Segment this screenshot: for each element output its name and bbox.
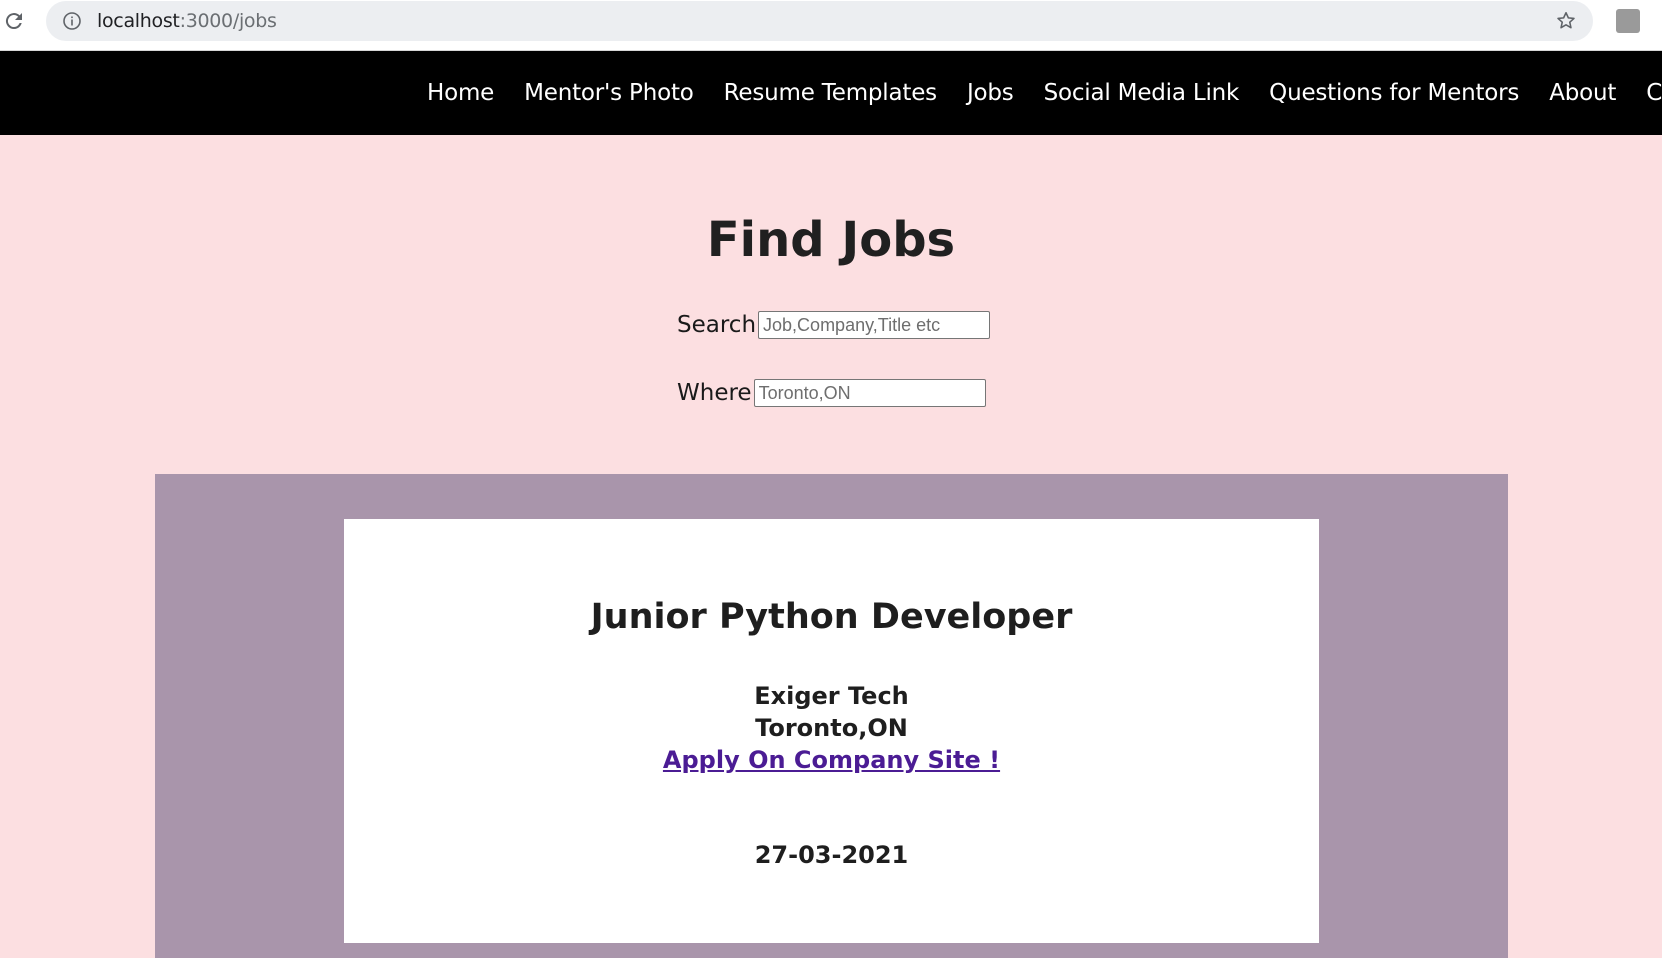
url-text: localhost:3000/jobs <box>97 10 277 32</box>
bookmark-star-icon[interactable] <box>1555 10 1577 32</box>
browser-toolbar: localhost:3000/jobs <box>0 0 1662 51</box>
nav-item-contact[interactable]: Conta <box>1646 80 1662 106</box>
jobs-panel: Junior Python Developer Exiger Tech Toro… <box>155 474 1508 958</box>
job-company: Exiger Tech <box>754 682 909 710</box>
job-card: Junior Python Developer Exiger Tech Toro… <box>344 519 1319 943</box>
job-title: Junior Python Developer <box>590 597 1073 637</box>
address-bar[interactable]: localhost:3000/jobs <box>46 1 1593 41</box>
page-title: Find Jobs <box>706 212 956 268</box>
nav-item-social-media-link[interactable]: Social Media Link <box>1044 80 1240 106</box>
reload-icon[interactable] <box>2 9 26 33</box>
info-icon[interactable] <box>62 11 82 31</box>
job-date: 27-03-2021 <box>754 841 909 869</box>
nav-item-about[interactable]: About <box>1549 80 1616 106</box>
nav-item-home[interactable]: Home <box>427 80 494 106</box>
nav-item-questions-for-mentors[interactable]: Questions for Mentors <box>1269 80 1519 106</box>
search-row: Search <box>677 309 991 341</box>
nav-item-mentors-photo[interactable]: Mentor's Photo <box>524 80 694 106</box>
job-location: Toronto,ON <box>755 714 908 742</box>
url-host: localhost <box>97 10 180 32</box>
search-label: Search <box>677 312 757 338</box>
nav-list: Home Mentor's Photo Resume Templates Job… <box>427 51 1662 135</box>
apply-link[interactable]: Apply On Company Site ! <box>344 746 1319 774</box>
url-path: :3000/jobs <box>179 10 277 32</box>
where-row: Where <box>677 377 986 409</box>
site-navbar: Home Mentor's Photo Resume Templates Job… <box>0 51 1662 135</box>
nav-item-jobs[interactable]: Jobs <box>967 80 1014 106</box>
nav-item-resume-templates[interactable]: Resume Templates <box>724 80 937 106</box>
where-input[interactable] <box>753 379 986 407</box>
extension-icon[interactable] <box>1616 9 1640 33</box>
search-input[interactable] <box>758 311 991 339</box>
where-label: Where <box>677 380 752 406</box>
